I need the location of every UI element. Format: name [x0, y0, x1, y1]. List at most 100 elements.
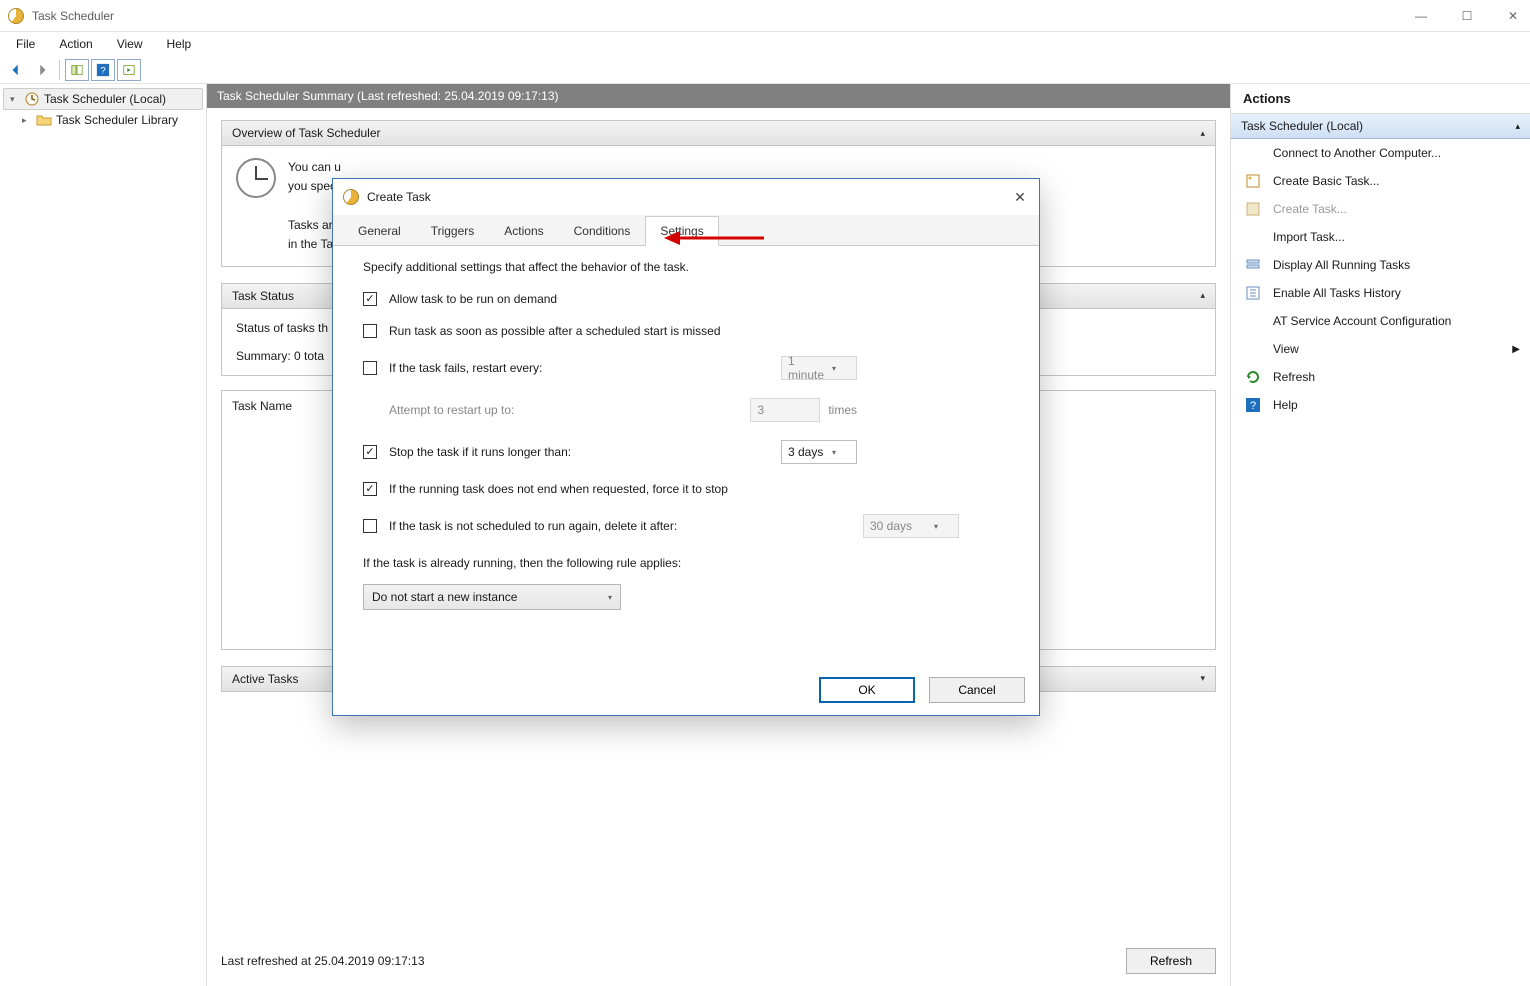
label-stop-longer: Stop the task if it runs longer than: — [389, 445, 571, 459]
task-icon — [1245, 201, 1261, 217]
combo-value: 3 days — [788, 445, 823, 459]
chevron-right-icon: ▶ — [1512, 344, 1520, 355]
action-create-task[interactable]: Create Task... — [1231, 195, 1530, 223]
checkbox-force-stop[interactable] — [363, 482, 377, 496]
actions-group-header[interactable]: Task Scheduler (Local) ▴ — [1231, 114, 1530, 139]
setting-stop-longer: Stop the task if it runs longer than: 3 … — [363, 440, 1017, 464]
last-refreshed: Last refreshed at 25.04.2019 09:17:13 — [221, 954, 425, 968]
action-label: Display All Running Tasks — [1273, 258, 1410, 272]
action-label: Connect to Another Computer... — [1273, 146, 1441, 160]
menu-view[interactable]: View — [107, 35, 153, 53]
toolbar-btn-1[interactable] — [65, 59, 89, 81]
chevron-down-icon: ▾ — [934, 522, 938, 531]
combo-value: Do not start a new instance — [372, 590, 517, 604]
toolbar-separator — [59, 60, 60, 80]
chevron-down-icon: ▾ — [832, 364, 836, 373]
action-refresh[interactable]: Refresh — [1231, 363, 1530, 391]
toolbar-btn-3[interactable] — [117, 59, 141, 81]
checkbox-delete-after[interactable] — [363, 519, 377, 533]
checkbox-fail-restart[interactable] — [363, 361, 377, 375]
refresh-button[interactable]: Refresh — [1126, 948, 1216, 974]
action-label: AT Service Account Configuration — [1273, 314, 1451, 328]
cancel-button[interactable]: Cancel — [929, 677, 1025, 703]
dialog-title-bar: Create Task ✕ — [333, 179, 1039, 215]
help-button[interactable]: ? — [91, 59, 115, 81]
window-controls: — ☐ ✕ — [1412, 7, 1522, 25]
blank-icon — [1245, 341, 1261, 357]
action-create-basic[interactable]: Create Basic Task... — [1231, 167, 1530, 195]
label-rule: If the task is already running, then the… — [363, 556, 1017, 570]
dialog-icon — [343, 189, 359, 205]
dialog-close-button[interactable]: ✕ — [1011, 189, 1029, 206]
tab-actions[interactable]: Actions — [489, 216, 558, 246]
action-label: Create Basic Task... — [1273, 174, 1380, 188]
help-icon: ? — [1245, 397, 1261, 413]
refresh-row: Last refreshed at 25.04.2019 09:17:13 Re… — [221, 938, 1216, 974]
folder-icon — [36, 112, 52, 128]
tab-triggers[interactable]: Triggers — [416, 216, 490, 246]
collapse-icon[interactable]: ▴ — [1515, 121, 1520, 132]
tree-root-label: Task Scheduler (Local) — [44, 92, 166, 106]
menu-file[interactable]: File — [6, 35, 45, 53]
expand-icon[interactable]: ▾ — [1200, 673, 1205, 684]
combo-delete-duration[interactable]: 30 days ▾ — [863, 514, 959, 538]
action-enable-history[interactable]: Enable All Tasks History — [1231, 279, 1530, 307]
checkbox-allow-demand[interactable] — [363, 292, 377, 306]
ok-button[interactable]: OK — [819, 677, 915, 703]
label-delete-after: If the task is not scheduled to run agai… — [389, 519, 677, 533]
overview-title: Overview of Task Scheduler — [232, 126, 381, 140]
toolbar: ? — [0, 56, 1530, 84]
actions-group-label: Task Scheduler (Local) — [1241, 119, 1363, 133]
minimize-button[interactable]: — — [1412, 7, 1430, 25]
combo-stop-duration[interactable]: 3 days▾ — [781, 440, 857, 464]
app-icon — [8, 8, 24, 24]
label-asap: Run task as soon as possible after a sch… — [389, 324, 721, 338]
title-bar: Task Scheduler — ☐ ✕ — [0, 0, 1530, 32]
action-label: Help — [1273, 398, 1298, 412]
menu-help[interactable]: Help — [157, 35, 202, 53]
wizard-icon — [1245, 173, 1261, 189]
tab-conditions[interactable]: Conditions — [559, 216, 646, 246]
combo-attempt-count[interactable]: 3 — [750, 398, 820, 422]
combo-rule[interactable]: Do not start a new instance ▾ — [363, 584, 621, 610]
action-at-config[interactable]: AT Service Account Configuration — [1231, 307, 1530, 335]
setting-fail: If the task fails, restart every: 1 minu… — [363, 356, 1017, 380]
status-title: Task Status — [232, 289, 294, 303]
label-attempt-unit: times — [828, 403, 857, 417]
tab-general[interactable]: General — [343, 216, 416, 246]
action-display-running[interactable]: Display All Running Tasks — [1231, 251, 1530, 279]
combo-value: 3 — [757, 403, 764, 417]
svg-text:?: ? — [100, 65, 105, 76]
tab-settings[interactable]: Settings — [645, 216, 718, 246]
action-help[interactable]: ? Help — [1231, 391, 1530, 419]
overview-header[interactable]: Overview of Task Scheduler ▴ — [221, 120, 1216, 146]
forward-button[interactable] — [30, 59, 54, 81]
maximize-button[interactable]: ☐ — [1458, 7, 1476, 25]
checkbox-asap[interactable] — [363, 324, 377, 338]
combo-value: 30 days — [870, 519, 912, 533]
setting-force-stop: If the running task does not end when re… — [363, 482, 1017, 496]
history-icon — [1245, 285, 1261, 301]
tree-library[interactable]: ▸ Task Scheduler Library — [0, 110, 206, 130]
tree-root[interactable]: ▾ Task Scheduler (Local) — [3, 88, 203, 110]
list-icon — [1245, 257, 1261, 273]
collapse-icon[interactable]: ▴ — [1200, 290, 1205, 301]
action-connect[interactable]: Connect to Another Computer... — [1231, 139, 1530, 167]
dialog-body: Specify additional settings that affect … — [333, 246, 1039, 665]
combo-restart-interval[interactable]: 1 minute▾ — [781, 356, 857, 380]
collapse-icon[interactable]: ▴ — [1200, 128, 1205, 139]
combo-value: 1 minute — [788, 354, 832, 382]
setting-allow-demand: Allow task to be run on demand — [363, 292, 1017, 306]
action-label: Refresh — [1273, 370, 1315, 384]
action-import[interactable]: Import Task... — [1231, 223, 1530, 251]
action-view[interactable]: View ▶ — [1231, 335, 1530, 363]
refresh-icon — [1245, 369, 1261, 385]
checkbox-stop-longer[interactable] — [363, 445, 377, 459]
action-label: Import Task... — [1273, 230, 1345, 244]
chevron-down-icon: ▾ — [608, 593, 612, 602]
back-button[interactable] — [4, 59, 28, 81]
close-button[interactable]: ✕ — [1504, 7, 1522, 25]
menu-action[interactable]: Action — [49, 35, 102, 53]
tree-pane: ▾ Task Scheduler (Local) ▸ Task Schedule… — [0, 84, 207, 986]
summary-header: Task Scheduler Summary (Last refreshed: … — [207, 84, 1230, 108]
